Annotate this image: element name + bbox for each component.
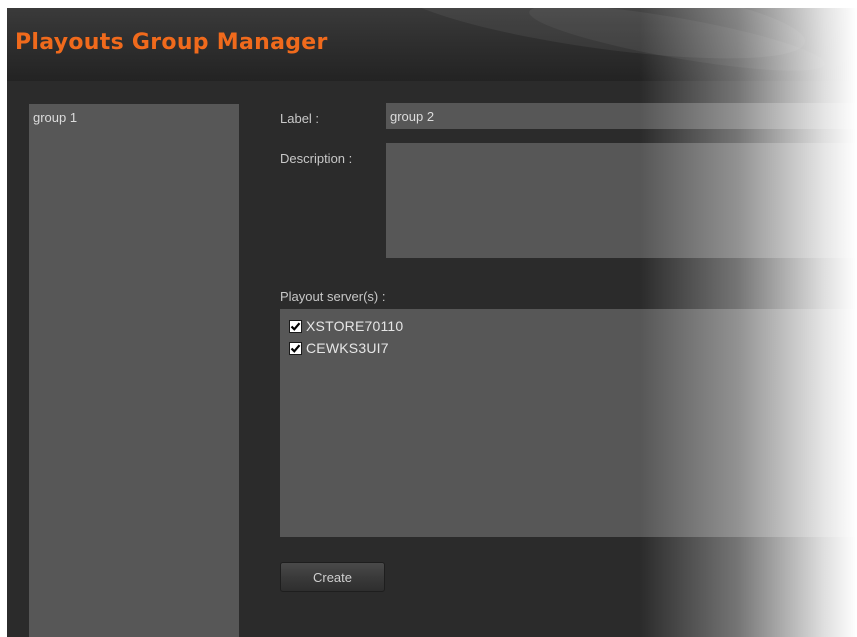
group-list-item[interactable]: group 1 <box>29 104 239 125</box>
checkbox-checked-icon[interactable] <box>289 341 302 355</box>
server-name: XSTORE70110 <box>306 318 404 334</box>
playouts-group-manager-window: Playouts Group Manager group 1 Label : D… <box>7 8 857 637</box>
playout-server-list: XSTORE70110 CEWKS3UI7 <box>280 309 857 537</box>
label-input[interactable] <box>386 103 857 129</box>
checkbox-checked-icon[interactable] <box>289 319 302 333</box>
description-input[interactable] <box>386 143 857 258</box>
header-bar: Playouts Group Manager <box>7 8 857 81</box>
server-row: CEWKS3UI7 <box>280 337 857 359</box>
main-panel: group 1 Label : Description : Playout se… <box>7 81 857 637</box>
app-title: Playouts Group Manager <box>15 30 328 55</box>
server-name: CEWKS3UI7 <box>306 340 389 356</box>
create-button[interactable]: Create <box>280 562 385 592</box>
label-caption: Label : <box>280 111 320 126</box>
playout-servers-caption: Playout server(s) : <box>280 289 386 304</box>
description-caption: Description : <box>280 151 353 166</box>
group-list[interactable]: group 1 <box>29 104 239 637</box>
server-row: XSTORE70110 <box>280 315 857 337</box>
